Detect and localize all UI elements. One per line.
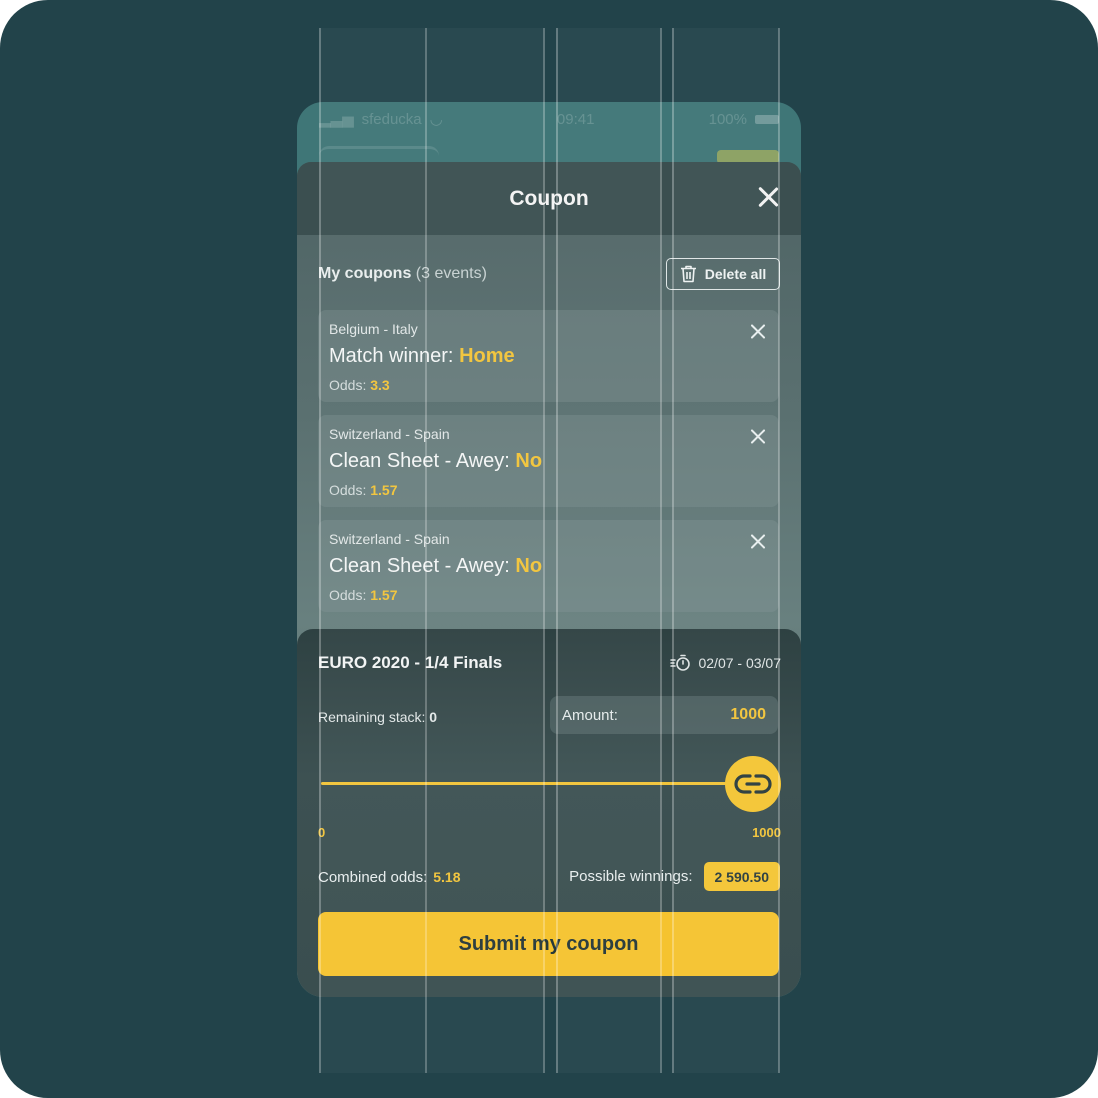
glass-edge: [672, 28, 674, 1073]
glass-strip: [672, 28, 779, 1073]
glass-edge: [543, 28, 545, 1073]
glass-strip: [556, 28, 660, 1073]
glass-edge: [556, 28, 558, 1073]
glass-edge: [778, 28, 780, 1073]
background-canvas: ▂▃▅ sfeducka ◡ 09:41 100% Coupon My coup…: [0, 0, 1098, 1098]
glass-edge: [425, 28, 427, 1073]
glass-strip: [319, 28, 425, 1073]
glass-strip: [427, 28, 543, 1073]
glass-edge: [660, 28, 662, 1073]
glass-edge: [319, 28, 321, 1073]
